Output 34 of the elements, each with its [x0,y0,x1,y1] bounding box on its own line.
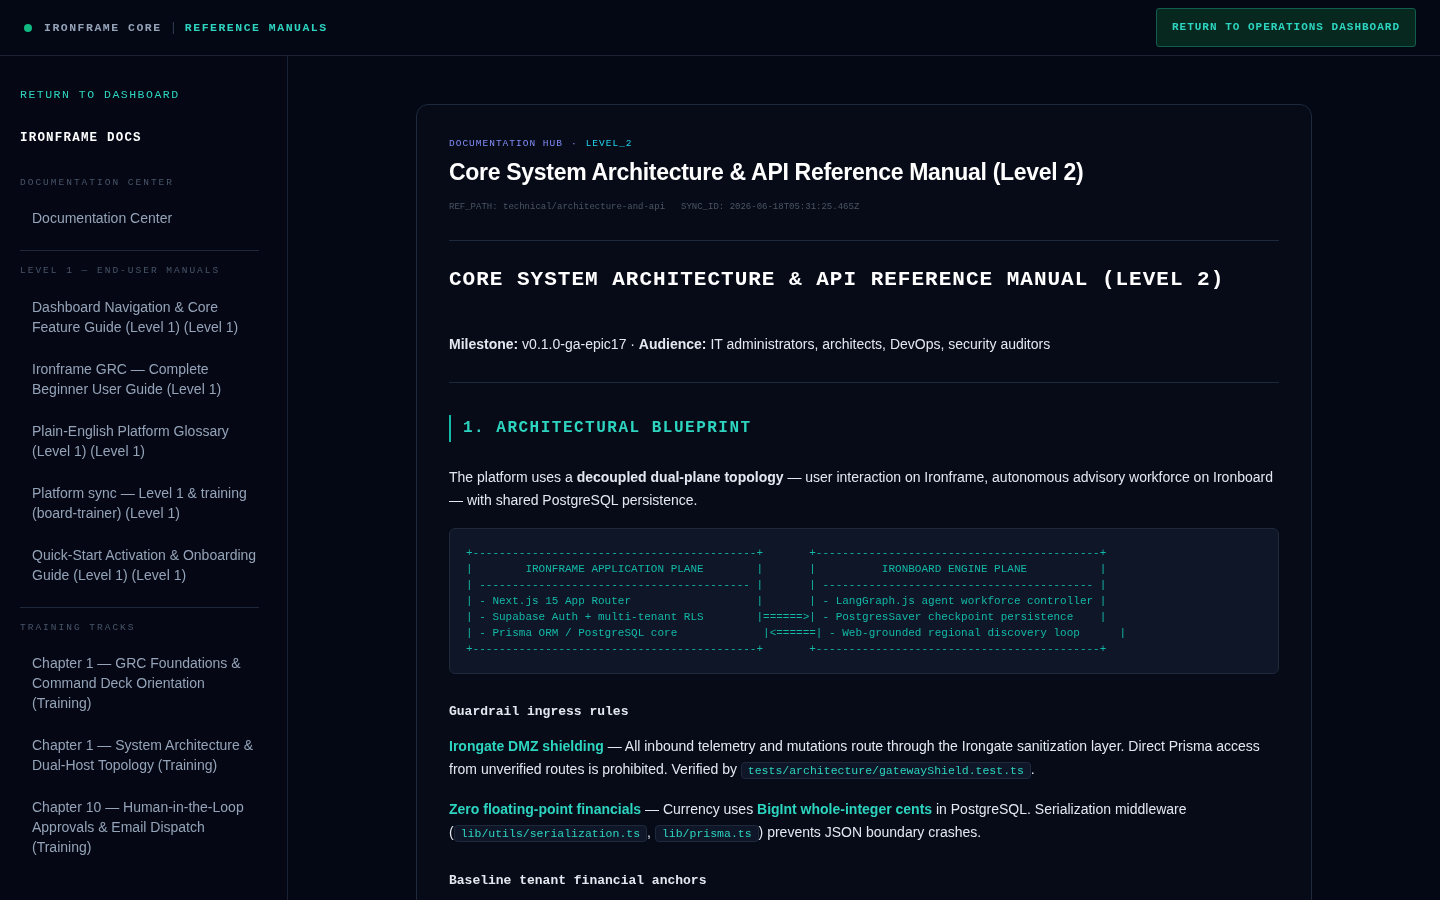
status-dot [24,23,32,32]
sidebar-link[interactable]: Ironframe GRC — Complete Beginner User Guide (Level 1) [20,358,259,399]
group-heading: LEVEL 1 — END-USER MANUALS [20,264,222,279]
paragraph: Zero floating-point financials — Currency uses BigInt whole-integer cents in PostgreSQL. Serialization middleware ( lib/utils/serialization.ts , lib/prisma.ts ) prevents JSON boundary crashes. [449,800,1188,845]
ref-path: REF_PATH: technical/architecture-and-api [449,200,666,214]
subheading: Baseline tenant financial anchors [449,872,708,891]
breadcrumb-item: DOCUMENTATION HUB [449,137,563,151]
return-to-dashboard-button[interactable]: RETURN TO OPERATIONS DASHBOARD [1155,8,1416,47]
section-title: REFERENCE MANUALS [184,19,328,36]
sidebar-link[interactable]: Plain-English Platform Glossary (Level 1) (Level 1) [20,420,259,461]
separator: | [169,19,177,37]
sidebar-link[interactable]: Documentation Center [20,208,259,229]
sync-id: SYNC_ID: 2026-06-18T05:31:25.465Z [681,200,860,214]
group-heading: DOCUMENTATION CENTER [20,176,176,190]
group-heading: TRAINING TRACKS [20,620,137,635]
manual-heading: CORE SYSTEM ARCHITECTURE & API REFERENCE MANUAL (LEVEL 2) [449,267,1226,293]
sidebar-link[interactable]: Dashboard Navigation & Core Feature Guide (Level 1) (Level 1) [20,296,259,337]
breadcrumb-item: LEVEL_2 [585,137,633,151]
back-link[interactable]: RETURN TO DASHBOARD [20,86,259,104]
breadcrumb-separator: · [570,137,578,151]
section-heading: 1. ARCHITECTURAL BLUEPRINT [449,414,1279,442]
subheading: Guardrail ingress rules [449,702,630,721]
paragraph: The platform uses a decoupled dual-plane topology — user interaction on Ironframe, autonomous advisory workforce on Ironboard — with shared PostgreSQL persistence. [449,467,1274,510]
sidebar-link[interactable]: Chapter 1 — System Architecture & Dual-Host Topology (Training) [20,734,259,775]
sidebar-title: IRONFRAME DOCS [20,130,143,148]
sidebar-link[interactable]: Platform sync — Level 1 & training (board-trainer) (Level 1) [20,482,259,523]
sidebar-link[interactable]: Quick-Start Activation & Onboarding Guide (Level 1) (Level 1) [20,544,259,585]
sidebar-link[interactable]: Chapter 1 — GRC Foundations & Command Deck Orientation (Training) [20,652,259,713]
meta-line: Milestone: v0.1.0-ga-epic17 · Audience: IT administrators, architects, DevOps, security auditors [449,334,1052,354]
ascii-diagram: +-------------------------------------------+ +-------------------------------------------+ | IRONFRAME APPLICATION PLANE | | IRONBOARD ENGINE PLANE | | ----------------------------------------- | | ----------------------------------------- | | - Next.js 15 App Router | | - LangGraph.js agent workforce controller | | - Supabase Auth + multi-tenant RLS |======>| - PostgresSaver checkpoint persistence | | - Prisma ORM / PostgreSQL core |<======| - Web-grounded regional discovery loop | +-------------------------------------------+ +-------------------------------------------+ [449,527,1279,674]
paragraph: Irongate DMZ shielding — All inbound telemetry and mutations route through the Irongate sanitization layer. Direct Prisma access from unverified routes is prohibited. Verified by tests/architecture/gatewayShield.test.ts . [449,737,1261,782]
brand-name: IRONFRAME CORE [44,19,162,36]
document-title: Core System Architecture & API Reference Manual (Level 2) [449,159,1085,187]
sidebar-link[interactable]: Chapter 10 — Human-in-the-Loop Approvals & Email Dispatch (Training) [20,796,259,857]
